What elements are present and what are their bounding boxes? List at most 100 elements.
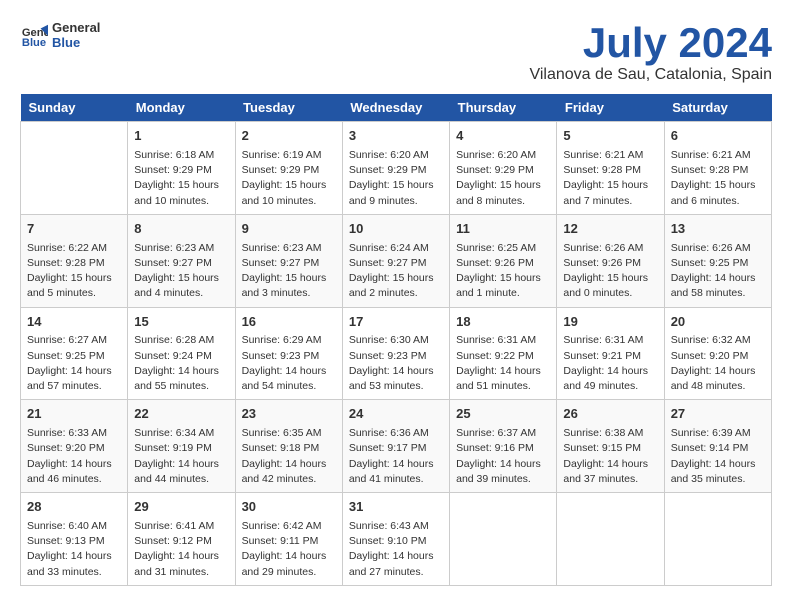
day-number: 12 (563, 220, 657, 239)
day-header-sunday: Sunday (21, 94, 128, 122)
daylight-text: Daylight: 15 hours and 9 minutes. (349, 179, 434, 206)
calendar-cell: 8Sunrise: 6:23 AMSunset: 9:27 PMDaylight… (128, 214, 235, 307)
calendar-table: SundayMondayTuesdayWednesdayThursdayFrid… (20, 94, 772, 586)
day-number: 11 (456, 220, 550, 239)
daylight-text: Daylight: 14 hours and 41 minutes. (349, 458, 434, 485)
sunrise-text: Sunrise: 6:19 AM (242, 149, 322, 161)
sunset-text: Sunset: 9:16 PM (456, 442, 534, 454)
sunrise-text: Sunrise: 6:40 AM (27, 520, 107, 532)
day-number: 25 (456, 405, 550, 424)
calendar-cell: 31Sunrise: 6:43 AMSunset: 9:10 PMDayligh… (342, 493, 449, 586)
daylight-text: Daylight: 14 hours and 51 minutes. (456, 365, 541, 392)
day-number: 16 (242, 313, 336, 332)
day-number: 27 (671, 405, 765, 424)
sunrise-text: Sunrise: 6:43 AM (349, 520, 429, 532)
day-number: 14 (27, 313, 121, 332)
sunset-text: Sunset: 9:25 PM (27, 350, 105, 362)
day-number: 13 (671, 220, 765, 239)
day-number: 15 (134, 313, 228, 332)
daylight-text: Daylight: 15 hours and 8 minutes. (456, 179, 541, 206)
calendar-cell: 29Sunrise: 6:41 AMSunset: 9:12 PMDayligh… (128, 493, 235, 586)
day-number: 30 (242, 498, 336, 517)
calendar-cell: 22Sunrise: 6:34 AMSunset: 9:19 PMDayligh… (128, 400, 235, 493)
sunrise-text: Sunrise: 6:33 AM (27, 427, 107, 439)
sunset-text: Sunset: 9:27 PM (242, 257, 320, 269)
week-row-3: 14Sunrise: 6:27 AMSunset: 9:25 PMDayligh… (21, 307, 772, 400)
daylight-text: Daylight: 15 hours and 10 minutes. (242, 179, 327, 206)
sunrise-text: Sunrise: 6:26 AM (563, 242, 643, 254)
sunset-text: Sunset: 9:28 PM (27, 257, 105, 269)
daylight-text: Daylight: 15 hours and 6 minutes. (671, 179, 756, 206)
daylight-text: Daylight: 14 hours and 57 minutes. (27, 365, 112, 392)
sunrise-text: Sunrise: 6:41 AM (134, 520, 214, 532)
calendar-cell: 19Sunrise: 6:31 AMSunset: 9:21 PMDayligh… (557, 307, 664, 400)
day-number: 24 (349, 405, 443, 424)
calendar-cell (664, 493, 771, 586)
sunset-text: Sunset: 9:12 PM (134, 535, 212, 547)
sunrise-text: Sunrise: 6:37 AM (456, 427, 536, 439)
sunrise-text: Sunrise: 6:34 AM (134, 427, 214, 439)
sunrise-text: Sunrise: 6:20 AM (349, 149, 429, 161)
daylight-text: Daylight: 14 hours and 44 minutes. (134, 458, 219, 485)
daylight-text: Daylight: 14 hours and 29 minutes. (242, 550, 327, 577)
calendar-cell: 12Sunrise: 6:26 AMSunset: 9:26 PMDayligh… (557, 214, 664, 307)
calendar-cell: 25Sunrise: 6:37 AMSunset: 9:16 PMDayligh… (450, 400, 557, 493)
calendar-cell: 23Sunrise: 6:35 AMSunset: 9:18 PMDayligh… (235, 400, 342, 493)
daylight-text: Daylight: 14 hours and 54 minutes. (242, 365, 327, 392)
calendar-cell: 24Sunrise: 6:36 AMSunset: 9:17 PMDayligh… (342, 400, 449, 493)
day-number: 21 (27, 405, 121, 424)
daylight-text: Daylight: 15 hours and 2 minutes. (349, 272, 434, 299)
daylight-text: Daylight: 14 hours and 37 minutes. (563, 458, 648, 485)
day-number: 18 (456, 313, 550, 332)
day-number: 1 (134, 127, 228, 146)
week-row-5: 28Sunrise: 6:40 AMSunset: 9:13 PMDayligh… (21, 493, 772, 586)
calendar-cell: 11Sunrise: 6:25 AMSunset: 9:26 PMDayligh… (450, 214, 557, 307)
week-row-4: 21 Sunrise: 6:33 AM Sunset: 9:20 PM Dayligh… (21, 400, 772, 493)
day-number: 4 (456, 127, 550, 146)
day-header-tuesday: Tuesday (235, 94, 342, 122)
calendar-cell: 15Sunrise: 6:28 AMSunset: 9:24 PMDayligh… (128, 307, 235, 400)
calendar-cell: 7Sunrise: 6:22 AMSunset: 9:28 PMDaylight… (21, 214, 128, 307)
calendar-cell: 30Sunrise: 6:42 AMSunset: 9:11 PMDayligh… (235, 493, 342, 586)
sunrise-text: Sunrise: 6:21 AM (563, 149, 643, 161)
calendar-cell: 17 Sunrise: 6:30 AM Sunset: 9:23 PM Dayligh… (342, 307, 449, 400)
sunrise-text: Sunrise: 6:39 AM (671, 427, 751, 439)
sunset-text: Sunset: 9:20 PM (27, 442, 105, 454)
sunrise-text: Sunrise: 6:42 AM (242, 520, 322, 532)
day-header-monday: Monday (128, 94, 235, 122)
day-number: 31 (349, 498, 443, 517)
day-number: 10 (349, 220, 443, 239)
sunrise-text: Sunrise: 6:30 AM (349, 334, 429, 346)
logo-text-blue: Blue (52, 35, 100, 50)
sunrise-text: Sunrise: 6:20 AM (456, 149, 536, 161)
day-number: 17 (349, 313, 443, 332)
sunset-text: Sunset: 9:26 PM (563, 257, 641, 269)
daylight-text: Daylight: 14 hours and 27 minutes. (349, 550, 434, 577)
sunset-text: Sunset: 9:29 PM (242, 164, 320, 176)
calendar-cell: 9Sunrise: 6:23 AMSunset: 9:27 PMDaylight… (235, 214, 342, 307)
daylight-text: Daylight: 15 hours and 5 minutes. (27, 272, 112, 299)
sunset-text: Sunset: 9:13 PM (27, 535, 105, 547)
day-header-thursday: Thursday (450, 94, 557, 122)
calendar-cell: 6Sunrise: 6:21 AMSunset: 9:28 PMDaylight… (664, 122, 771, 215)
week-row-1: 1Sunrise: 6:18 AMSunset: 9:29 PMDaylight… (21, 122, 772, 215)
daylight-text: Daylight: 15 hours and 1 minute. (456, 272, 541, 299)
sunset-text: Sunset: 9:29 PM (349, 164, 427, 176)
day-number: 5 (563, 127, 657, 146)
daylight-text: Daylight: 14 hours and 31 minutes. (134, 550, 219, 577)
calendar-cell: 28Sunrise: 6:40 AMSunset: 9:13 PMDayligh… (21, 493, 128, 586)
day-number: 7 (27, 220, 121, 239)
sunrise-text: Sunrise: 6:25 AM (456, 242, 536, 254)
calendar-cell: 20Sunrise: 6:32 AMSunset: 9:20 PMDayligh… (664, 307, 771, 400)
week-row-2: 7Sunrise: 6:22 AMSunset: 9:28 PMDaylight… (21, 214, 772, 307)
sunrise-text: Sunrise: 6:35 AM (242, 427, 322, 439)
sunset-text: Sunset: 9:22 PM (456, 350, 534, 362)
calendar-header-row: SundayMondayTuesdayWednesdayThursdayFrid… (21, 94, 772, 122)
sunset-text: Sunset: 9:24 PM (134, 350, 212, 362)
daylight-text: Daylight: 14 hours and 53 minutes. (349, 365, 434, 392)
sunset-text: Sunset: 9:23 PM (349, 350, 427, 362)
daylight-text: Daylight: 14 hours and 48 minutes. (671, 365, 756, 392)
daylight-text: Daylight: 14 hours and 55 minutes. (134, 365, 219, 392)
logo-text-general: General (52, 20, 100, 35)
sunrise-text: Sunrise: 6:32 AM (671, 334, 751, 346)
